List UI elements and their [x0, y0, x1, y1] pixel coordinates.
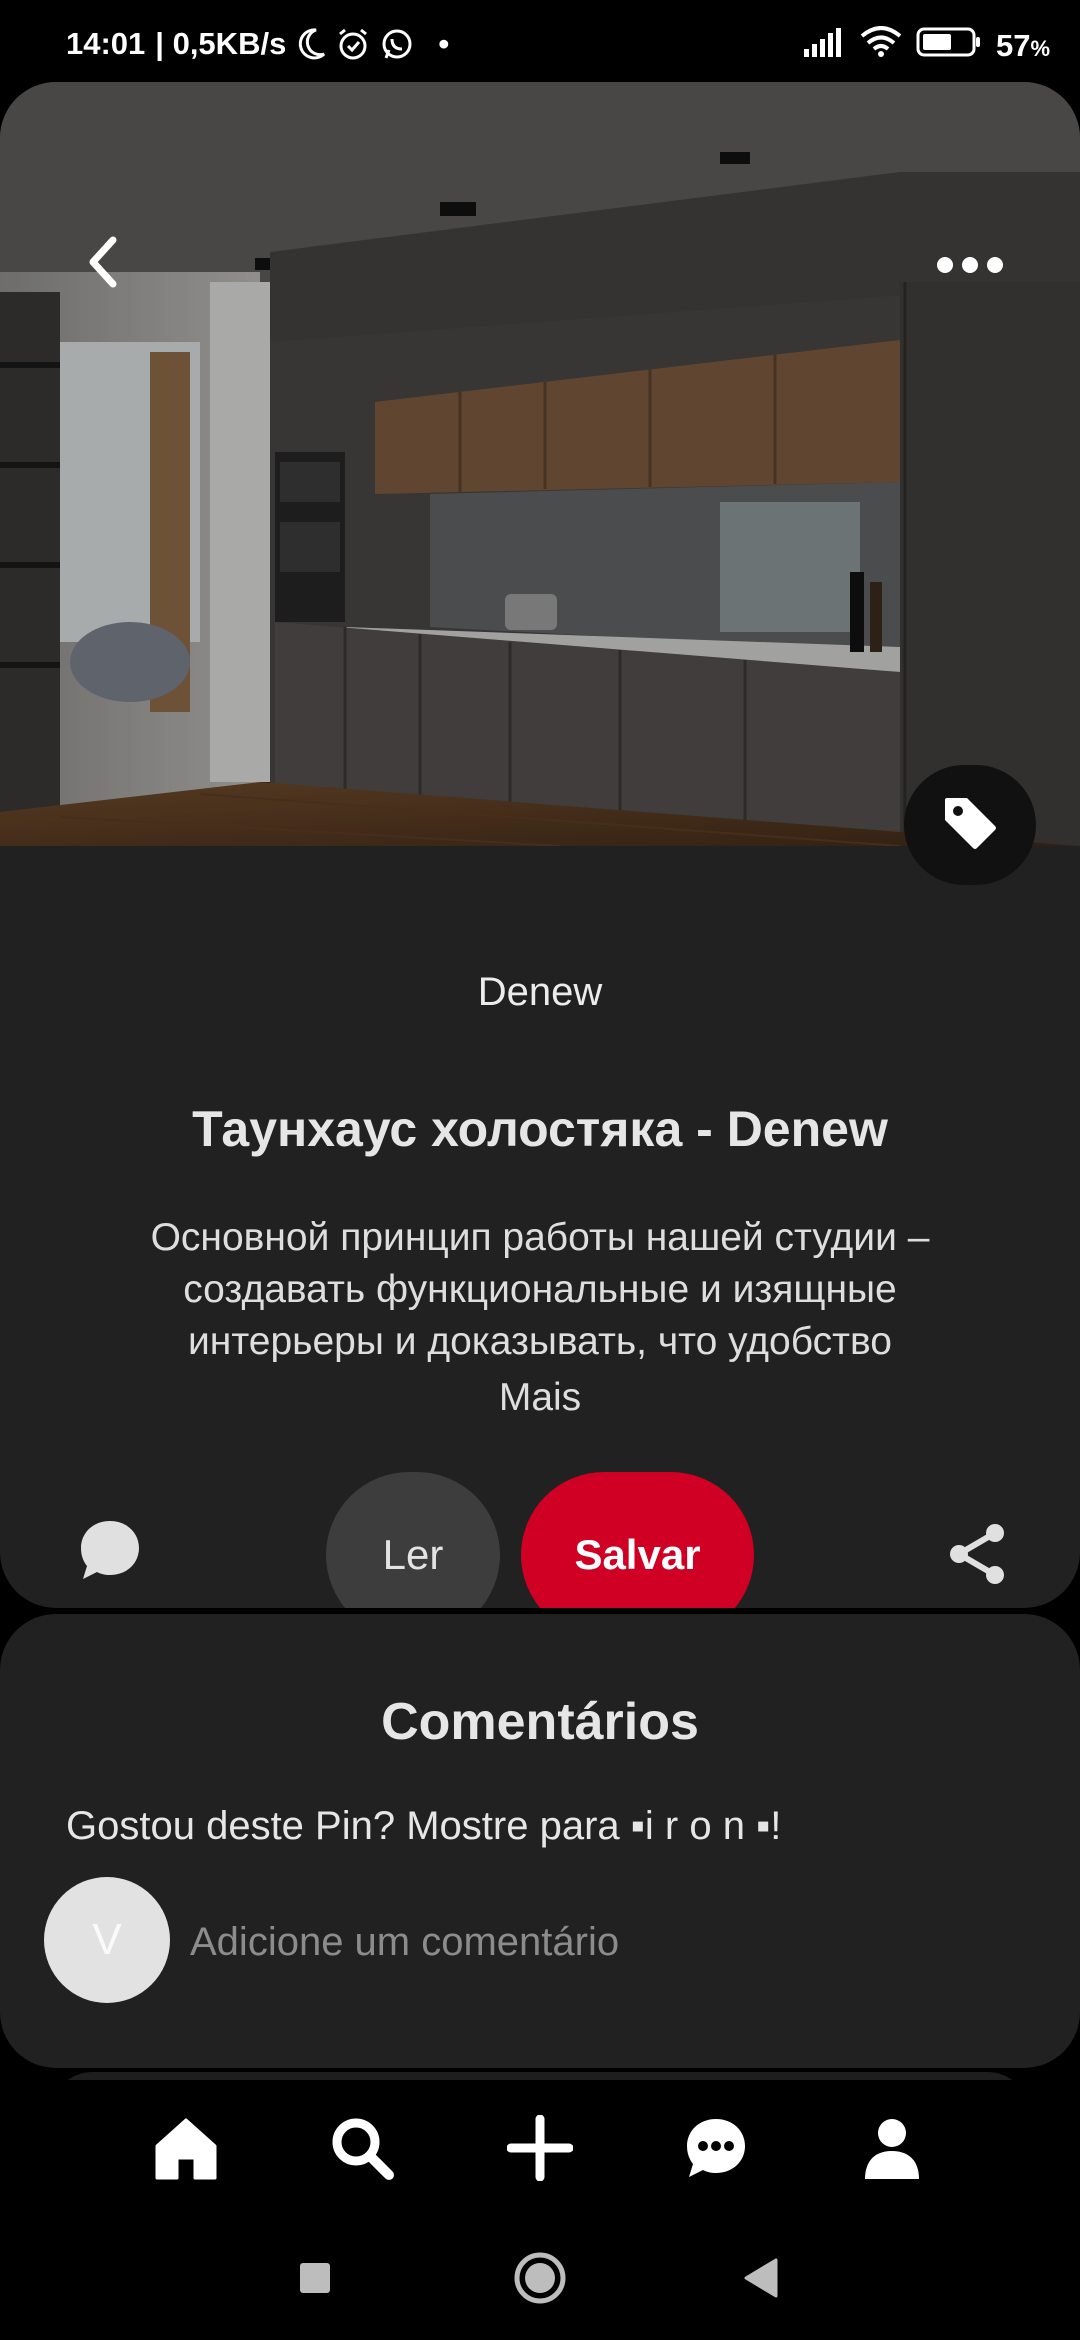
more-link[interactable]: Mais: [0, 1376, 1080, 1420]
search-icon: [329, 2115, 395, 2186]
tag-icon: [941, 794, 999, 857]
back-triangle-icon: [742, 2258, 778, 2303]
moon-icon: [296, 28, 326, 60]
whatsapp-icon: [380, 27, 414, 61]
battery-icon: [916, 26, 982, 66]
home-icon: [153, 2116, 219, 2185]
plus-icon: [506, 2114, 574, 2186]
signal-icon: [802, 27, 846, 65]
nav-create[interactable]: [500, 2110, 580, 2190]
back-button[interactable]: [70, 227, 134, 301]
status-time: 14:01: [66, 26, 146, 61]
alarm-icon: [336, 27, 370, 61]
comment-button[interactable]: [72, 1514, 148, 1590]
comments-prompt: Gostou deste Pin? Mostre para ▪i r o n ▪…: [66, 1804, 782, 1848]
pin-image[interactable]: [0, 82, 1080, 846]
nav-home[interactable]: [146, 2110, 226, 2190]
recents-icon: [299, 2262, 331, 2299]
pin-description: Основной принцип работы нашей студии – с…: [150, 1216, 930, 1363]
wifi-icon: [860, 26, 902, 66]
read-button[interactable]: Ler: [326, 1472, 500, 1608]
more-icon: [935, 255, 1005, 280]
back-icon: [85, 236, 119, 293]
home-circle-icon: [513, 2251, 567, 2310]
messages-icon: [683, 2115, 749, 2186]
share-button[interactable]: [940, 1518, 1016, 1594]
nav-profile[interactable]: [852, 2110, 932, 2190]
status-dot: •: [438, 26, 450, 61]
share-icon: [945, 1521, 1011, 1592]
recents-button[interactable]: [285, 2250, 345, 2310]
save-button[interactable]: Salvar: [521, 1472, 754, 1608]
nav-messages[interactable]: [676, 2110, 756, 2190]
shop-tag-button[interactable]: [904, 765, 1036, 885]
status-net-speed: | 0,5KB/s: [155, 26, 287, 61]
more-options-button[interactable]: [925, 232, 1015, 302]
system-back-button[interactable]: [730, 2250, 790, 2310]
profile-icon: [859, 2115, 925, 2186]
system-home-button[interactable]: [510, 2250, 570, 2310]
pin-card: Denew Таунхаус холостяка - Denew Основно…: [0, 82, 1080, 1608]
avatar: V: [44, 1877, 170, 2003]
pin-title: Таунхаус холостяка - Denew: [192, 1101, 888, 1157]
battery-level: 57%: [995, 28, 1050, 63]
pin-source-name[interactable]: Denew: [0, 970, 1080, 1015]
status-left: 14:01 | 0,5KB/s •: [66, 26, 449, 62]
comment-input[interactable]: [190, 1914, 1010, 1970]
comment-icon: [77, 1517, 143, 1588]
nav-search[interactable]: [322, 2110, 402, 2190]
comments-heading: Comentários: [381, 1693, 699, 1751]
status-right: 57%: [802, 26, 1050, 66]
status-bar: 14:01 | 0,5KB/s • 57%: [0, 0, 1080, 80]
